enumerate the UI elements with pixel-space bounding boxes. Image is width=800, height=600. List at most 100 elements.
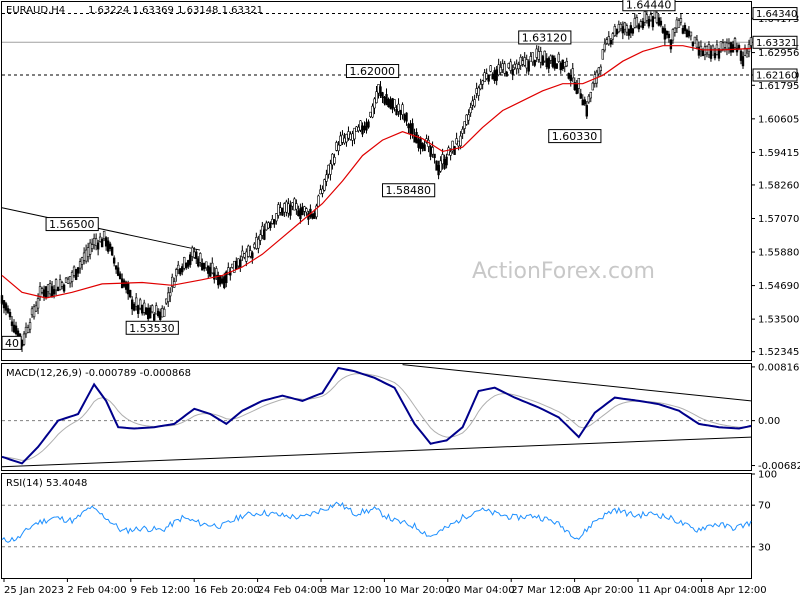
rsi-tick-label: 30 xyxy=(758,542,771,553)
candle-body xyxy=(102,230,106,239)
candle-body xyxy=(247,245,250,257)
candle-body xyxy=(703,46,707,56)
candle-body xyxy=(44,286,48,298)
price-annotation-label: 1.58480 xyxy=(386,184,432,197)
candle-body xyxy=(22,333,26,345)
candle-body xyxy=(503,63,506,74)
candle-body xyxy=(26,327,30,333)
candle-body xyxy=(709,48,713,59)
candle-body xyxy=(377,84,380,94)
candle-body xyxy=(667,33,671,39)
level-label: 1.62160 xyxy=(756,71,797,82)
candle-body xyxy=(291,202,294,207)
candle-body xyxy=(733,38,737,48)
candle-body xyxy=(507,63,510,69)
candle-body xyxy=(651,16,655,28)
candle-body xyxy=(333,156,336,164)
candle-body xyxy=(195,251,198,259)
candle-body xyxy=(585,105,588,117)
candle-body xyxy=(30,308,34,316)
candle-body xyxy=(319,189,322,195)
candle-body xyxy=(293,198,296,211)
candle-body xyxy=(695,39,699,48)
candle xyxy=(685,28,689,38)
candle-body xyxy=(409,123,412,134)
candle-body xyxy=(571,68,574,79)
candle-body xyxy=(633,18,637,28)
price-tick-label: 1.53500 xyxy=(758,315,799,326)
candle-body xyxy=(70,271,74,282)
candle-body xyxy=(505,71,508,77)
candle xyxy=(293,197,296,211)
candle xyxy=(551,54,554,69)
candle-body xyxy=(613,26,617,36)
candle xyxy=(315,203,318,220)
candle-body xyxy=(289,204,292,216)
candle-body xyxy=(659,20,663,26)
candle-body xyxy=(523,57,526,66)
candle-body xyxy=(623,22,627,30)
candle-body xyxy=(553,57,556,69)
candle-body xyxy=(629,25,633,34)
candle-body xyxy=(485,73,488,79)
candle-body xyxy=(713,52,717,59)
x-tick-label: 9 Feb 12:00 xyxy=(131,585,190,596)
chart-header-ohlc: 1.63224 1.63369 1.63148 1.63321 xyxy=(88,5,263,16)
candle-body xyxy=(347,131,350,139)
candle-body xyxy=(132,303,136,311)
candle-body xyxy=(10,321,14,326)
candle-body xyxy=(405,112,408,122)
candle-body xyxy=(140,304,144,314)
price-tick-label: 1.61795 xyxy=(758,81,799,92)
candle-body xyxy=(399,110,402,115)
price-annotation-label: 40 xyxy=(5,337,19,350)
candle-body xyxy=(605,39,609,44)
candle-body xyxy=(14,325,18,334)
candle-body xyxy=(104,237,108,247)
candle-body xyxy=(253,243,256,248)
candle-body xyxy=(449,151,452,156)
candle-body xyxy=(100,239,104,248)
candle-body xyxy=(563,62,566,68)
candle xyxy=(465,114,468,126)
candle-body xyxy=(641,21,645,29)
candle-body xyxy=(677,20,681,28)
candle-body xyxy=(159,311,162,320)
candle-body xyxy=(437,165,440,176)
candle-body xyxy=(431,147,434,155)
candle-body xyxy=(539,51,542,63)
candle-body xyxy=(603,43,607,51)
candle-body xyxy=(615,28,619,35)
candle-body xyxy=(32,306,36,318)
level-label: 1.64340 xyxy=(756,9,797,20)
candle-body xyxy=(337,144,340,152)
candle-body xyxy=(219,275,222,285)
candle-body xyxy=(537,51,540,60)
candle-body xyxy=(213,272,216,280)
candle-body xyxy=(533,60,536,66)
candle-body xyxy=(611,33,615,40)
candle xyxy=(489,65,492,73)
candle-body xyxy=(241,250,244,258)
candle-body xyxy=(323,179,326,191)
candle-body xyxy=(499,67,502,73)
candle-body xyxy=(321,188,324,194)
candle-body xyxy=(721,42,725,50)
candle-body xyxy=(685,29,689,38)
candle-body xyxy=(78,261,82,269)
candle-body xyxy=(118,273,122,280)
candle-body xyxy=(661,27,665,33)
candle xyxy=(281,207,284,217)
candle-body xyxy=(108,243,112,250)
candle-body xyxy=(647,18,651,27)
price-annotation-label: 1.60330 xyxy=(552,130,598,143)
candle-body xyxy=(515,63,518,70)
candle-body xyxy=(297,210,300,216)
candle-body xyxy=(645,14,649,21)
candle-body xyxy=(207,265,210,274)
candle xyxy=(0,294,4,305)
candle-body xyxy=(151,305,154,313)
candle-body xyxy=(711,45,715,56)
price-tick-label: 1.55880 xyxy=(758,248,799,259)
candle-body xyxy=(491,73,494,80)
